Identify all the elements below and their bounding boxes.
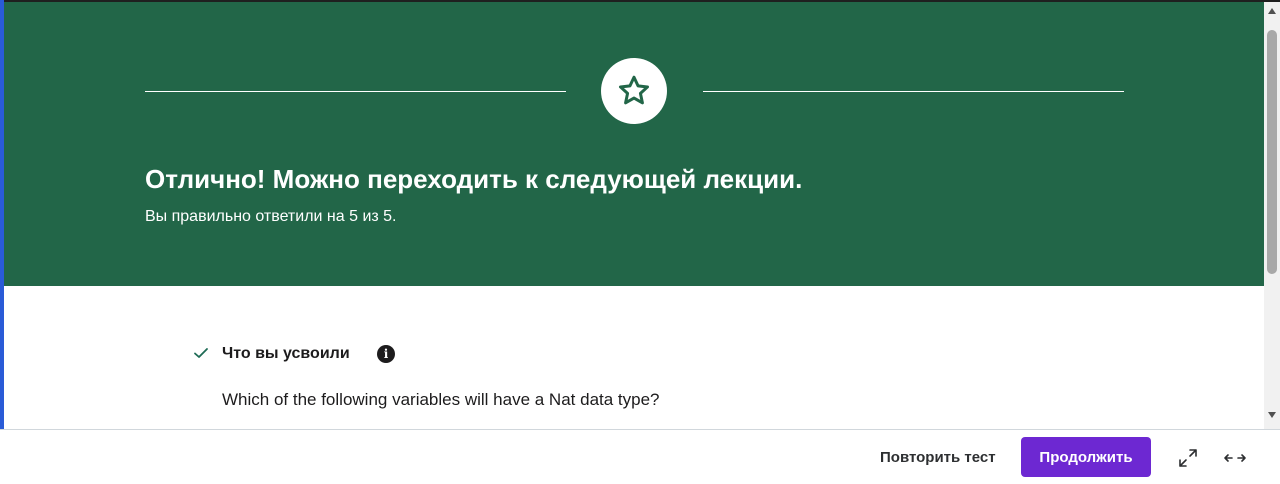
result-score: Вы правильно ответили на 5 из 5.: [145, 208, 397, 225]
star-badge: [601, 58, 667, 124]
star-icon: [619, 75, 649, 105]
continue-button[interactable]: Продолжить: [1021, 437, 1151, 477]
vertical-scrollbar[interactable]: [1264, 2, 1280, 429]
banner-divider-right: [703, 91, 1124, 92]
question-text: Which of the following variables will ha…: [222, 390, 660, 409]
section-title: Что вы усвоили: [222, 345, 350, 362]
width-toggle-button[interactable]: [1219, 442, 1251, 474]
learning-summary: Что вы усвоили i Which of the following …: [4, 286, 1264, 429]
check-icon: [194, 348, 208, 358]
info-icon[interactable]: i: [377, 345, 395, 363]
horizontal-arrows-icon: [1224, 454, 1246, 462]
result-banner: Отлично! Можно переходить к следующей ле…: [4, 2, 1264, 286]
retry-test-button[interactable]: Повторить тест: [872, 437, 1004, 477]
expand-button[interactable]: [1172, 442, 1204, 474]
result-title: Отлично! Можно переходить к следующей ле…: [145, 164, 803, 194]
scroll-up-arrow-icon[interactable]: [1268, 8, 1276, 14]
footer-bar: Повторить тест Продолжить: [0, 429, 1280, 484]
quiz-result-viewport: Отлично! Можно переходить к следующей ле…: [0, 0, 1280, 484]
banner-divider-left: [145, 91, 566, 92]
scrollbar-thumb[interactable]: [1267, 30, 1277, 274]
expand-icon: [1179, 449, 1197, 467]
scroll-down-arrow-icon[interactable]: [1268, 412, 1276, 418]
